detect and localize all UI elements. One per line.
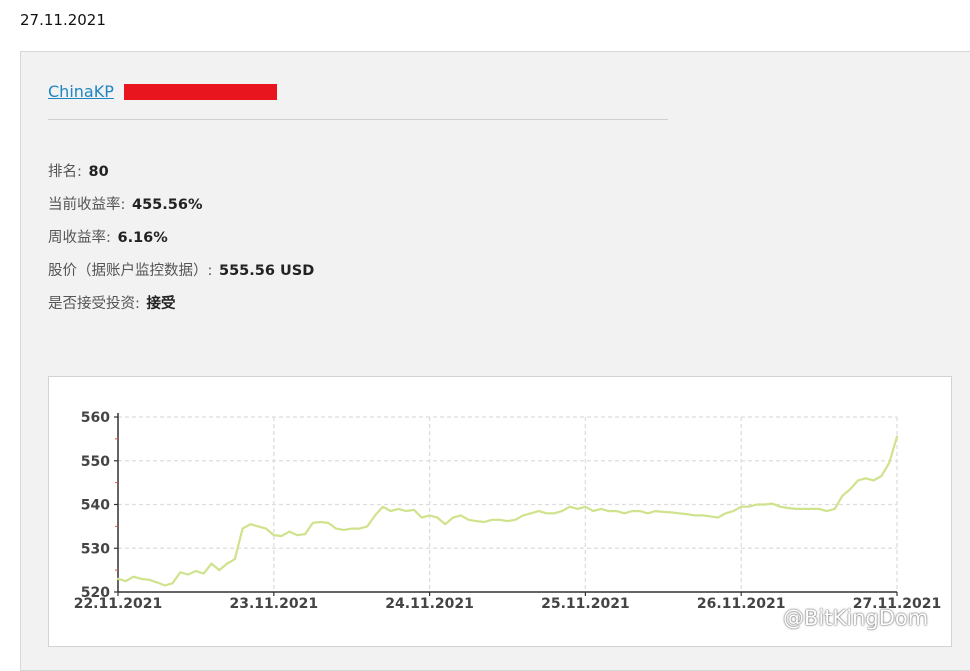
stats-list: 排名: 80 当前收益率: 455.56% 周收益率: 6.16% 股价（据账户… [48,162,314,327]
stat-current-return: 当前收益率: 455.56% [48,195,314,228]
account-panel: ChinaKP 排名: 80 当前收益率: 455.56% 周收益率: 6.16… [20,51,970,671]
stat-current-return-value: 455.56% [132,197,203,213]
watermark: @BitKingDom [783,606,929,630]
stat-share-price: 股价（据账户监控数据）: 555.56 USD [48,261,314,294]
y-tick-label: 540 [81,498,110,514]
price-series-line [116,435,899,587]
stat-accepts-investment-label: 是否接受投资: [48,296,140,312]
date-header: 27.11.2021 [20,11,106,29]
stat-rank-value: 80 [88,164,109,180]
stat-accepts-investment: 是否接受投资: 接受 [48,294,314,327]
x-tick-label: 24.11.2021 [385,596,474,612]
stat-accepts-investment-value: 接受 [146,296,176,312]
x-tick-label: 25.11.2021 [541,596,630,612]
y-tick-label: 560 [81,410,110,426]
stat-rank-label: 排名: [48,164,82,180]
account-row: ChinaKP [48,82,277,101]
x-tick-label: 23.11.2021 [230,596,319,612]
divider [48,119,668,120]
redacted-handle [123,83,277,100]
stat-weekly-return-value: 6.16% [117,230,168,246]
account-name-link[interactable]: ChinaKP [48,82,114,101]
stat-share-price-label: 股价（据账户监控数据）: [48,263,213,279]
stat-current-return-label: 当前收益率: [48,197,126,213]
y-tick-label: 550 [81,454,110,470]
y-tick-label: 530 [81,541,110,557]
stat-share-price-value: 555.56 USD [219,263,315,279]
stat-rank: 排名: 80 [48,162,314,195]
stat-weekly-return: 周收益率: 6.16% [48,228,314,261]
x-tick-label: 26.11.2021 [697,596,786,612]
x-tick-label: 22.11.2021 [74,596,163,612]
stat-weekly-return-label: 周收益率: [48,230,111,246]
